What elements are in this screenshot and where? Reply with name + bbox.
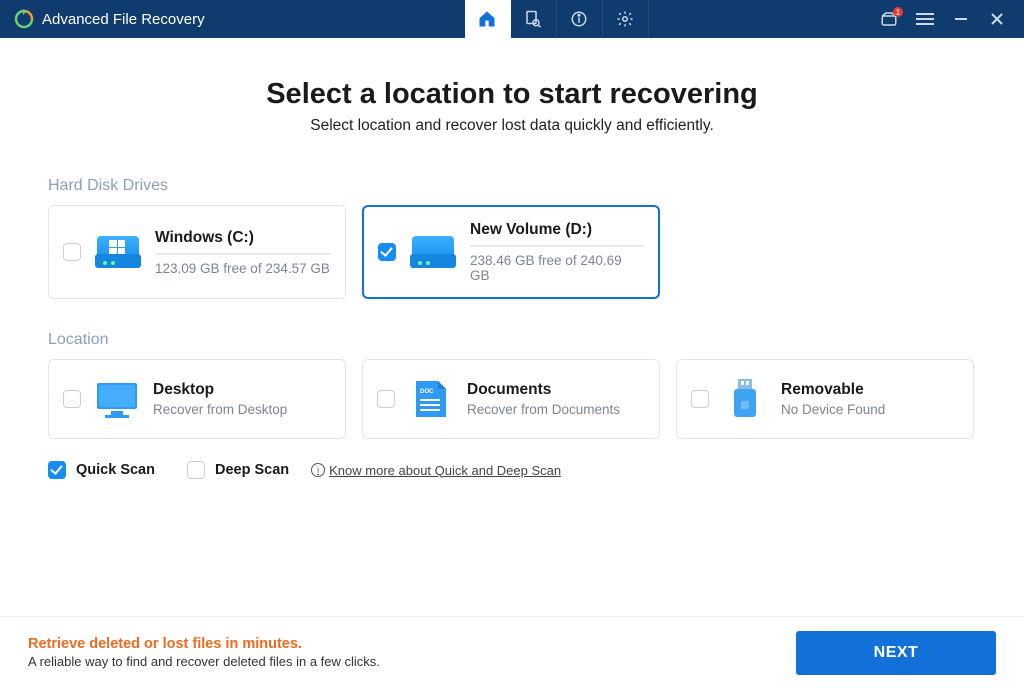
location-card-removable[interactable]: Removable No Device Found bbox=[676, 359, 974, 439]
app-logo-icon bbox=[14, 9, 34, 29]
page-subtitle: Select location and recover lost data qu… bbox=[48, 117, 976, 135]
deep-scan-checkbox[interactable] bbox=[187, 461, 205, 479]
app-title: Advanced File Recovery bbox=[42, 11, 205, 28]
monitor-icon bbox=[95, 379, 139, 419]
page-title: Select a location to start recovering bbox=[48, 78, 976, 111]
close-button[interactable] bbox=[988, 10, 1006, 28]
drive-sub: 123.09 GB free of 234.57 GB bbox=[155, 261, 331, 276]
location-removable-checkbox[interactable] bbox=[691, 390, 709, 408]
drive-sub: 238.46 GB free of 240.69 GB bbox=[470, 253, 644, 283]
location-sub: No Device Found bbox=[781, 402, 959, 417]
drive-card-d[interactable]: New Volume (D:) 238.46 GB free of 240.69… bbox=[362, 205, 660, 299]
inbox-button[interactable]: 1 bbox=[880, 10, 898, 28]
quick-scan-option[interactable]: Quick Scan bbox=[48, 461, 155, 479]
location-sub: Recover from Desktop bbox=[153, 402, 331, 417]
svg-text:DOC: DOC bbox=[420, 389, 434, 395]
window-controls: 1 bbox=[880, 10, 1024, 28]
drive-d-checkbox[interactable] bbox=[378, 243, 396, 261]
deep-scan-label: Deep Scan bbox=[215, 462, 289, 478]
page-heading: Select a location to start recovering Se… bbox=[48, 78, 976, 135]
notification-badge: 1 bbox=[893, 7, 903, 17]
info-icon: i bbox=[311, 463, 325, 477]
know-more-link[interactable]: i Know more about Quick and Deep Scan bbox=[311, 463, 561, 478]
footer-title: Retrieve deleted or lost files in minute… bbox=[28, 636, 380, 652]
locations-row: Desktop Recover from Desktop DOC Documen… bbox=[48, 359, 976, 439]
titlebar: Advanced File Recovery 1 bbox=[0, 0, 1024, 38]
scan-options: Quick Scan Deep Scan i Know more about Q… bbox=[48, 461, 976, 479]
main-content: Select a location to start recovering Se… bbox=[0, 78, 1024, 479]
drive-card-c[interactable]: Windows (C:) 123.09 GB free of 234.57 GB bbox=[48, 205, 346, 299]
footer-sub: A reliable way to find and recover delet… bbox=[28, 654, 380, 669]
drive-sep bbox=[155, 253, 331, 255]
info-icon bbox=[570, 10, 588, 28]
drive-icon bbox=[95, 232, 141, 272]
drive-c-checkbox[interactable] bbox=[63, 243, 81, 261]
next-button[interactable]: NEXT bbox=[796, 631, 996, 675]
document-icon: DOC bbox=[409, 379, 453, 419]
footer: Retrieve deleted or lost files in minute… bbox=[0, 616, 1024, 688]
home-icon bbox=[477, 9, 497, 29]
tab-home[interactable] bbox=[465, 0, 511, 38]
drive-title: New Volume (D:) bbox=[470, 221, 644, 239]
quick-scan-label: Quick Scan bbox=[76, 462, 155, 478]
drive-icon bbox=[410, 232, 456, 272]
location-title: Removable bbox=[781, 381, 959, 399]
app-logo-wrap: Advanced File Recovery bbox=[0, 9, 205, 29]
drives-row: Windows (C:) 123.09 GB free of 234.57 GB… bbox=[48, 205, 976, 299]
quick-scan-checkbox[interactable] bbox=[48, 461, 66, 479]
deep-scan-option[interactable]: Deep Scan bbox=[187, 461, 289, 479]
footer-text: Retrieve deleted or lost files in minute… bbox=[28, 636, 380, 669]
minimize-button[interactable] bbox=[952, 10, 970, 28]
section-drives-label: Hard Disk Drives bbox=[48, 177, 976, 195]
drive-sep bbox=[470, 245, 644, 247]
file-search-icon bbox=[524, 10, 542, 28]
location-sub: Recover from Documents bbox=[467, 402, 645, 417]
location-desktop-checkbox[interactable] bbox=[63, 390, 81, 408]
drive-title: Windows (C:) bbox=[155, 229, 331, 247]
gear-icon bbox=[616, 10, 634, 28]
tab-settings[interactable] bbox=[603, 0, 649, 38]
location-card-desktop[interactable]: Desktop Recover from Desktop bbox=[48, 359, 346, 439]
section-location-label: Location bbox=[48, 331, 976, 349]
tab-info[interactable] bbox=[557, 0, 603, 38]
menu-button[interactable] bbox=[916, 10, 934, 28]
tab-area bbox=[465, 0, 649, 38]
location-card-documents[interactable]: DOC Documents Recover from Documents bbox=[362, 359, 660, 439]
usb-icon bbox=[723, 379, 767, 419]
location-title: Documents bbox=[467, 381, 645, 399]
tab-search[interactable] bbox=[511, 0, 557, 38]
location-title: Desktop bbox=[153, 381, 331, 399]
know-more-text: Know more about Quick and Deep Scan bbox=[329, 463, 561, 478]
location-documents-checkbox[interactable] bbox=[377, 390, 395, 408]
